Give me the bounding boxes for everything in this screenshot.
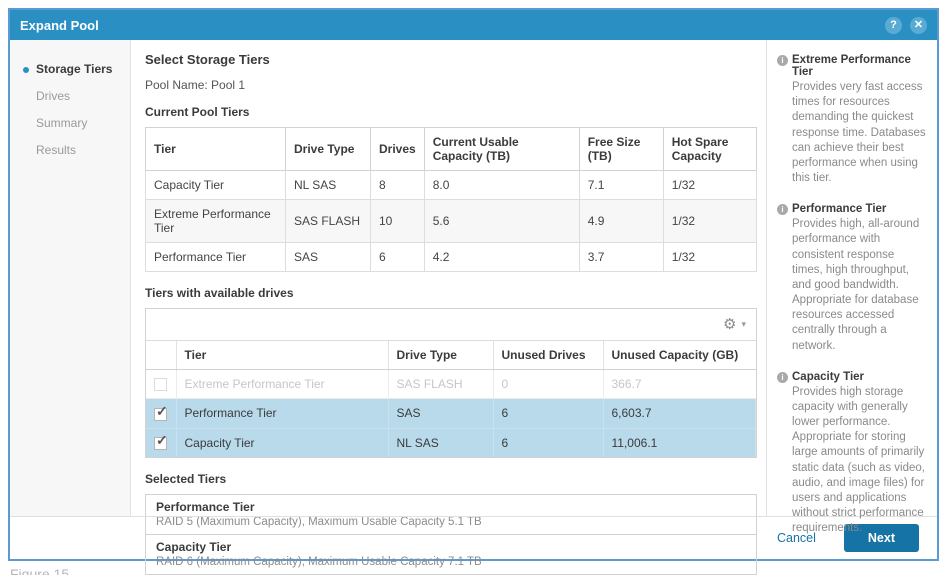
step-summary[interactable]: Summary (10, 110, 130, 137)
cell-drive-type: SAS FLASH (286, 200, 371, 243)
info-performance-tier: i Performance Tier Provides high, all-ar… (777, 203, 927, 354)
cell-drive-type: SAS (388, 399, 493, 428)
cell-hot-spare: 1/32 (663, 243, 756, 272)
cell-free-size: 7.1 (579, 171, 663, 200)
cell-tier: Performance Tier (146, 243, 286, 272)
main-panel: Select Storage Tiers Pool Name: Pool 1 C… (131, 40, 767, 516)
info-extreme-performance-tier: i Extreme Performance Tier Provides very… (777, 54, 927, 186)
tier-info-panel: i Extreme Performance Tier Provides very… (767, 40, 937, 516)
checkbox-checked[interactable]: ✓ (154, 408, 167, 421)
column-header: Unused Drives (493, 341, 603, 370)
column-header: Free Size (TB) (579, 128, 663, 171)
step-storage-tiers[interactable]: Storage Tiers (10, 56, 130, 83)
available-tiers-heading: Tiers with available drives (145, 286, 757, 300)
table-toolbar: ⚙ ▾ (146, 309, 756, 341)
cell-unused-drives: 6 (493, 399, 603, 428)
info-icon: i (777, 372, 788, 383)
selected-tiers-heading: Selected Tiers (145, 472, 757, 486)
cell-tier: Capacity Tier (176, 428, 388, 457)
available-tiers-table-container: ⚙ ▾ Tier Drive Type Unused Drives Unused… (145, 308, 757, 458)
column-header: Drives (371, 128, 425, 171)
cell-tier: Performance Tier (176, 399, 388, 428)
cell-drives: 10 (371, 200, 425, 243)
info-title: Extreme Performance Tier (792, 54, 927, 78)
wizard-steps-sidebar: Storage Tiers Drives Summary Results (10, 40, 131, 516)
checkbox-column-header (146, 341, 176, 370)
cell-tier: Capacity Tier (146, 171, 286, 200)
cell-unused-capacity: 6,603.7 (603, 399, 756, 428)
column-header: Tier (176, 341, 388, 370)
cell-drive-type: NL SAS (286, 171, 371, 200)
cell-usable-capacity: 8.0 (424, 171, 579, 200)
dialog-titlebar: Expand Pool ? ✕ (10, 10, 937, 40)
column-header: Drive Type (388, 341, 493, 370)
column-header: Unused Capacity (GB) (603, 341, 756, 370)
table-header-row: Tier Drive Type Unused Drives Unused Cap… (146, 341, 756, 370)
column-header: Tier (146, 128, 286, 171)
column-header: Hot Spare Capacity (663, 128, 756, 171)
figure-caption: Figure 15 (10, 566, 69, 575)
check-icon: ✓ (156, 432, 168, 449)
pool-name-label: Pool Name: Pool 1 (145, 78, 757, 92)
checkbox-unchecked (154, 378, 167, 391)
cell-hot-spare: 1/32 (663, 200, 756, 243)
cell-hot-spare: 1/32 (663, 171, 756, 200)
available-tiers-table: Tier Drive Type Unused Drives Unused Cap… (146, 341, 756, 457)
tier-row-extreme-performance: Extreme Performance Tier SAS FLASH 0 366… (146, 370, 756, 399)
cell-unused-drives: 6 (493, 428, 603, 457)
cell-usable-capacity: 5.6 (424, 200, 579, 243)
column-header: Drive Type (286, 128, 371, 171)
step-label: Summary (36, 116, 87, 130)
selected-tier-title: Performance Tier (156, 500, 746, 514)
info-text: Provides high, all-around performance wi… (792, 217, 927, 354)
tier-row-performance[interactable]: ✓ Performance Tier SAS 6 6,603.7 (146, 399, 756, 428)
gear-icon[interactable]: ⚙ (723, 317, 736, 332)
page-title: Select Storage Tiers (145, 52, 757, 67)
cell-free-size: 3.7 (579, 243, 663, 272)
chevron-down-icon[interactable]: ▾ (741, 319, 746, 330)
cell-drives: 6 (371, 243, 425, 272)
check-icon: ✓ (156, 403, 168, 420)
checkbox-checked[interactable]: ✓ (154, 437, 167, 450)
table-row: Performance Tier SAS 6 4.2 3.7 1/32 (146, 243, 757, 272)
step-results[interactable]: Results (10, 137, 130, 164)
current-pool-tiers-heading: Current Pool Tiers (145, 105, 757, 119)
help-icon[interactable]: ? (885, 17, 902, 34)
cell-tier: Extreme Performance Tier (176, 370, 388, 399)
info-icon: i (777, 204, 788, 215)
column-header: Current Usable Capacity (TB) (424, 128, 579, 171)
table-header-row: Tier Drive Type Drives Current Usable Ca… (146, 128, 757, 171)
cell-free-size: 4.9 (579, 200, 663, 243)
cell-usable-capacity: 4.2 (424, 243, 579, 272)
dialog-title: Expand Pool (20, 18, 99, 33)
active-step-dot (23, 67, 29, 73)
current-pool-tiers-table: Tier Drive Type Drives Current Usable Ca… (145, 127, 757, 272)
table-row: Capacity Tier NL SAS 8 8.0 7.1 1/32 (146, 171, 757, 200)
info-text: Provides very fast access times for reso… (792, 80, 927, 186)
page: Expand Pool ? ✕ Storage Tiers Drives Sum… (0, 0, 947, 575)
cell-tier: Extreme Performance Tier (146, 200, 286, 243)
expand-pool-dialog: Expand Pool ? ✕ Storage Tiers Drives Sum… (8, 8, 939, 561)
cell-unused-capacity: 11,006.1 (603, 428, 756, 457)
info-icon: i (777, 55, 788, 66)
info-text: Provides high storage capacity with gene… (792, 385, 927, 537)
info-title: Capacity Tier (792, 371, 927, 383)
info-capacity-tier: i Capacity Tier Provides high storage ca… (777, 371, 927, 537)
info-title: Performance Tier (792, 203, 927, 215)
step-drives[interactable]: Drives (10, 83, 130, 110)
dialog-content: Storage Tiers Drives Summary Results Sel… (10, 40, 937, 516)
cell-drive-type: SAS (286, 243, 371, 272)
cell-unused-drives: 0 (493, 370, 603, 399)
step-label: Results (36, 143, 76, 157)
tier-row-capacity[interactable]: ✓ Capacity Tier NL SAS 6 11,006.1 (146, 428, 756, 457)
step-label: Storage Tiers (36, 62, 112, 76)
step-label: Drives (36, 89, 70, 103)
cell-drive-type: SAS FLASH (388, 370, 493, 399)
table-row: Extreme Performance Tier SAS FLASH 10 5.… (146, 200, 757, 243)
cell-drive-type: NL SAS (388, 428, 493, 457)
cell-drives: 8 (371, 171, 425, 200)
close-icon[interactable]: ✕ (910, 17, 927, 34)
cell-unused-capacity: 366.7 (603, 370, 756, 399)
